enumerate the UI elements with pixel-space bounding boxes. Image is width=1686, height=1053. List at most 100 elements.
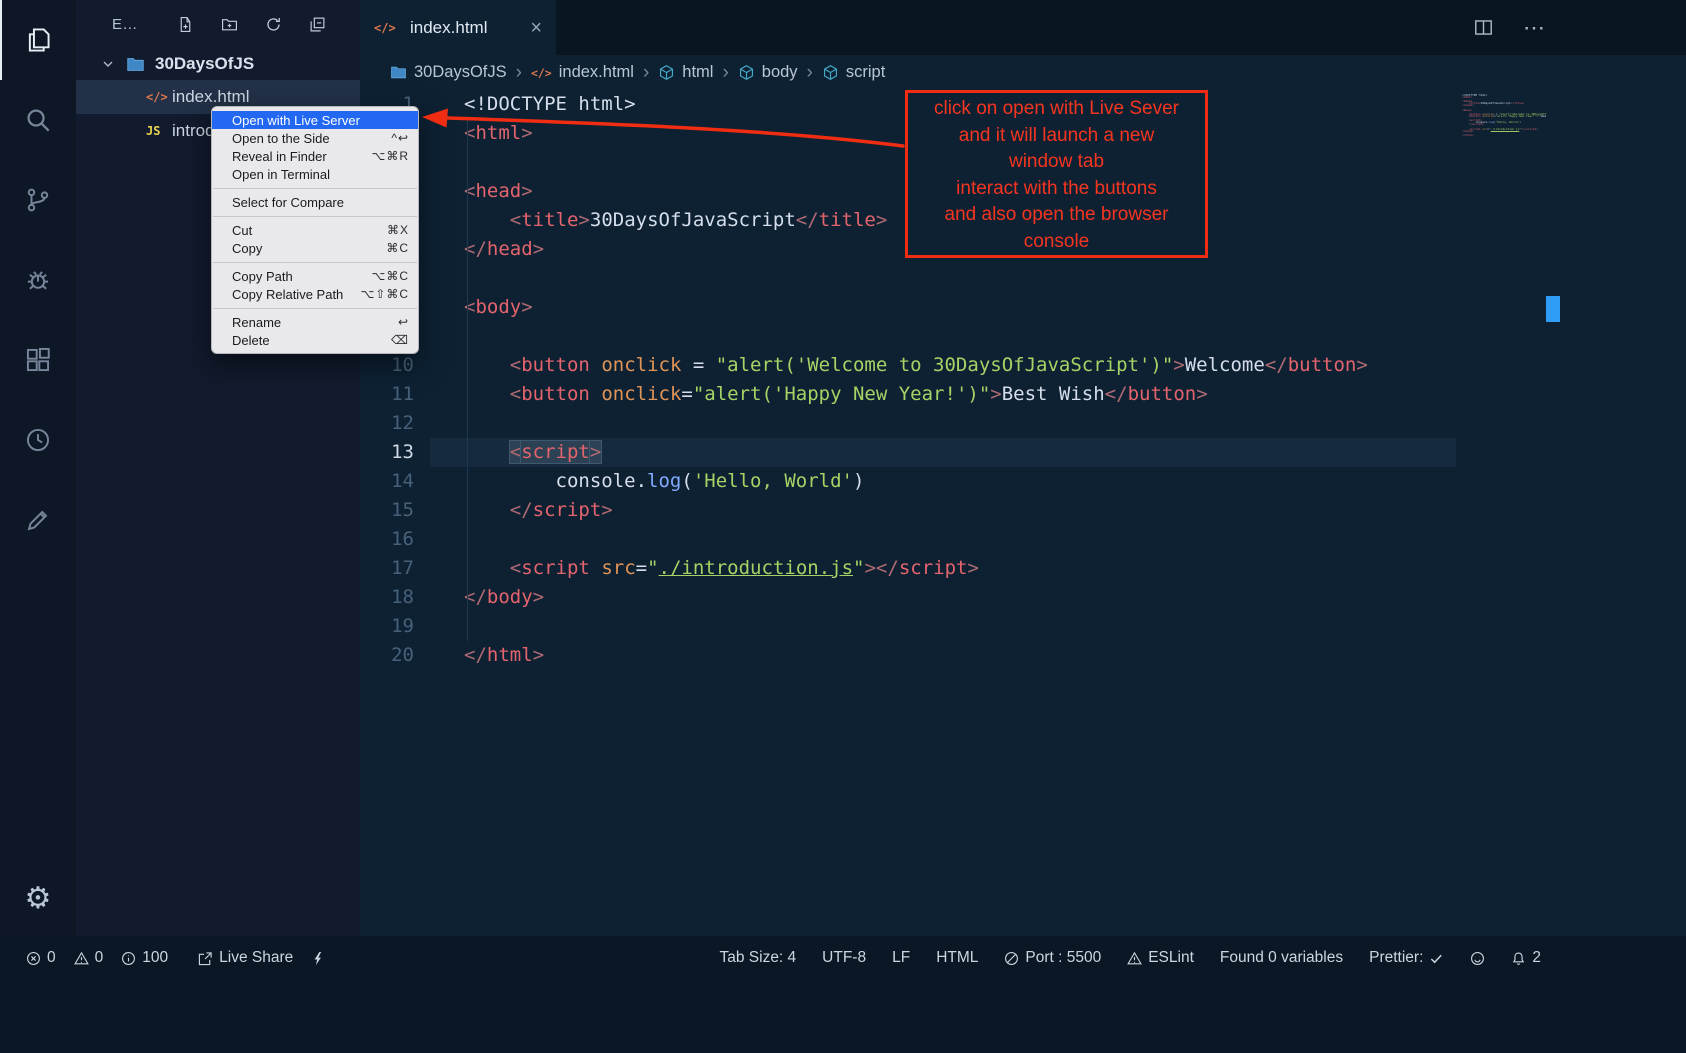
breadcrumb-item-script[interactable]: script bbox=[822, 63, 885, 82]
code-line-8[interactable]: 8<body> bbox=[360, 293, 1686, 322]
status-utf-8[interactable]: UTF-8 bbox=[822, 949, 866, 967]
status-2[interactable]: 2 bbox=[1511, 949, 1541, 967]
status-lf[interactable]: LF bbox=[892, 949, 910, 967]
line-number[interactable]: 16 bbox=[360, 525, 430, 554]
menu-item-copy-relative-path[interactable]: Copy Relative Path⌥⇧⌘C bbox=[212, 285, 418, 303]
info-icon bbox=[121, 951, 136, 966]
tab-label: index.html bbox=[410, 18, 487, 38]
code-line-16[interactable]: 16 bbox=[360, 525, 1686, 554]
search-icon[interactable] bbox=[0, 80, 76, 160]
explorer-icon[interactable] bbox=[0, 0, 76, 80]
code-text: <script src="./introduction.js"></script… bbox=[430, 554, 1456, 583]
code-line-12[interactable]: 12 bbox=[360, 409, 1686, 438]
breadcrumb-separator-icon: › bbox=[516, 62, 522, 84]
code-line-18[interactable]: 18</body> bbox=[360, 583, 1686, 612]
breadcrumb-item-30daysofjs[interactable]: 30DaysOfJS bbox=[390, 63, 507, 82]
menu-item-reveal-in-finder[interactable]: Reveal in Finder⌥⌘R bbox=[212, 147, 418, 165]
breadcrumb-item-body[interactable]: body bbox=[738, 63, 798, 82]
status-0[interactable]: 0 bbox=[26, 949, 56, 967]
code-line-20[interactable]: 20</html> bbox=[360, 641, 1686, 670]
menu-item-copy-path[interactable]: Copy Path⌥⌘C bbox=[212, 267, 418, 285]
status-html[interactable]: HTML bbox=[936, 949, 978, 967]
status-100[interactable]: 100 bbox=[121, 949, 168, 967]
context-menu: Open with Live ServerOpen to the Side^↩R… bbox=[211, 106, 419, 354]
status-prettier[interactable]: Prettier: bbox=[1369, 949, 1444, 967]
status-0[interactable]: 0 bbox=[74, 949, 104, 967]
code-line-15[interactable]: 15 </script> bbox=[360, 496, 1686, 525]
status-label: Live Share bbox=[219, 949, 293, 967]
menu-item-open-to-the-side[interactable]: Open to the Side^↩ bbox=[212, 129, 418, 147]
code-line-10[interactable]: 10 <button onclick = "alert('Welcome to … bbox=[360, 351, 1686, 380]
menu-item-label: Open with Live Server bbox=[232, 113, 397, 128]
scrollbar-marker[interactable] bbox=[1546, 296, 1560, 322]
collapse-folders-icon[interactable] bbox=[309, 16, 326, 33]
menu-item-open-in-terminal[interactable]: Open in Terminal bbox=[212, 165, 418, 183]
run-debug-icon[interactable] bbox=[0, 240, 76, 320]
line-number[interactable]: 12 bbox=[360, 409, 430, 438]
breadcrumb-item-index-html[interactable]: </>index.html bbox=[531, 63, 634, 82]
extensions-icon[interactable] bbox=[0, 320, 76, 400]
menu-item-delete[interactable]: Delete⌫ bbox=[212, 331, 418, 349]
feedback-icon[interactable] bbox=[0, 480, 76, 560]
code-text: </html> bbox=[430, 641, 1456, 670]
breadcrumb-separator-icon: › bbox=[643, 62, 649, 84]
close-tab-icon[interactable]: × bbox=[530, 18, 542, 38]
status-label: 0 bbox=[47, 949, 56, 967]
code-line-17[interactable]: 17 <script src="./introduction.js"></scr… bbox=[360, 554, 1686, 583]
menu-item-cut[interactable]: Cut⌘X bbox=[212, 221, 418, 239]
minimap-line-11: <button onclick="alert('Happy New Year!'… bbox=[1462, 115, 1546, 117]
status-bar: 00 100 Live Share Tab Size: 4 UTF-8 LF HTML Po… bbox=[0, 936, 1686, 1053]
annotation-box: click on open with Live Sever and it wil… bbox=[905, 90, 1208, 258]
code-line-7[interactable]: 7 bbox=[360, 264, 1686, 293]
new-folder-icon[interactable] bbox=[221, 16, 238, 33]
more-actions-icon[interactable]: ⋯ bbox=[1523, 15, 1546, 41]
refresh-explorer-icon[interactable] bbox=[265, 16, 282, 33]
tab-index-html[interactable]: </> index.html × bbox=[360, 0, 556, 55]
line-number[interactable]: 20 bbox=[360, 641, 430, 670]
line-number[interactable]: 17 bbox=[360, 554, 430, 583]
line-number[interactable]: 15 bbox=[360, 496, 430, 525]
source-control-icon[interactable] bbox=[0, 160, 76, 240]
line-number[interactable]: 11 bbox=[360, 380, 430, 409]
menu-item-rename[interactable]: Rename↩ bbox=[212, 313, 418, 331]
status-live-share[interactable]: Live Share bbox=[198, 949, 293, 967]
timeline-icon[interactable] bbox=[0, 400, 76, 480]
code-text bbox=[430, 322, 1456, 351]
menu-item-shortcut: ^↩ bbox=[391, 131, 409, 145]
code-line-14[interactable]: 14 console.log('Hello, World') bbox=[360, 467, 1686, 496]
folder-item-30daysofjs[interactable]: 30DaysOfJS bbox=[76, 48, 360, 80]
menu-item-open-with-live-server[interactable]: Open with Live Server bbox=[212, 111, 418, 129]
breadcrumb-item-html[interactable]: html bbox=[658, 63, 713, 82]
menu-item-shortcut: ⌘X bbox=[387, 223, 409, 237]
activity-bar: ⚙ bbox=[0, 0, 76, 936]
status-label: ESLint bbox=[1148, 949, 1194, 967]
line-number[interactable]: 13 bbox=[360, 438, 430, 467]
status-smiley[interactable] bbox=[1470, 951, 1485, 966]
settings-gear-icon[interactable]: ⚙ bbox=[0, 876, 76, 920]
code-line-19[interactable]: 19 bbox=[360, 612, 1686, 641]
code-text bbox=[430, 612, 1456, 641]
breadcrumb-separator-icon: › bbox=[807, 62, 813, 84]
split-editor-icon[interactable] bbox=[1474, 18, 1493, 37]
code-line-9[interactable]: 9 bbox=[360, 322, 1686, 351]
file-name: index.html bbox=[172, 87, 249, 107]
status-tab-size-4[interactable]: Tab Size: 4 bbox=[719, 949, 796, 967]
code-text: <body> bbox=[430, 293, 1456, 322]
code-text: <button onclick = "alert('Welcome to 30D… bbox=[430, 351, 1456, 380]
status-found-0-variables[interactable]: Found 0 variables bbox=[1220, 949, 1343, 967]
code-line-11[interactable]: 11 <button onclick="alert('Happy New Yea… bbox=[360, 380, 1686, 409]
new-file-icon[interactable] bbox=[177, 16, 194, 33]
line-number[interactable]: 18 bbox=[360, 583, 430, 612]
status-port-5500[interactable]: Port : 5500 bbox=[1004, 949, 1101, 967]
line-number[interactable]: 19 bbox=[360, 612, 430, 641]
code-line-13[interactable]: 13 <script> bbox=[360, 438, 1686, 467]
js-file-icon: JS bbox=[146, 124, 172, 138]
line-number[interactable]: 14 bbox=[360, 467, 430, 496]
menu-item-copy[interactable]: Copy⌘C bbox=[212, 239, 418, 257]
line-number[interactable]: 10 bbox=[360, 351, 430, 380]
breadcrumb-label: 30DaysOfJS bbox=[414, 63, 507, 82]
minimap[interactable]: <!DOCTYPE html><html> <head> <title>30Da… bbox=[1462, 94, 1546, 142]
status-eslint[interactable]: ESLint bbox=[1127, 949, 1194, 967]
status-bolt[interactable] bbox=[311, 951, 326, 966]
menu-item-select-for-compare[interactable]: Select for Compare bbox=[212, 193, 418, 211]
